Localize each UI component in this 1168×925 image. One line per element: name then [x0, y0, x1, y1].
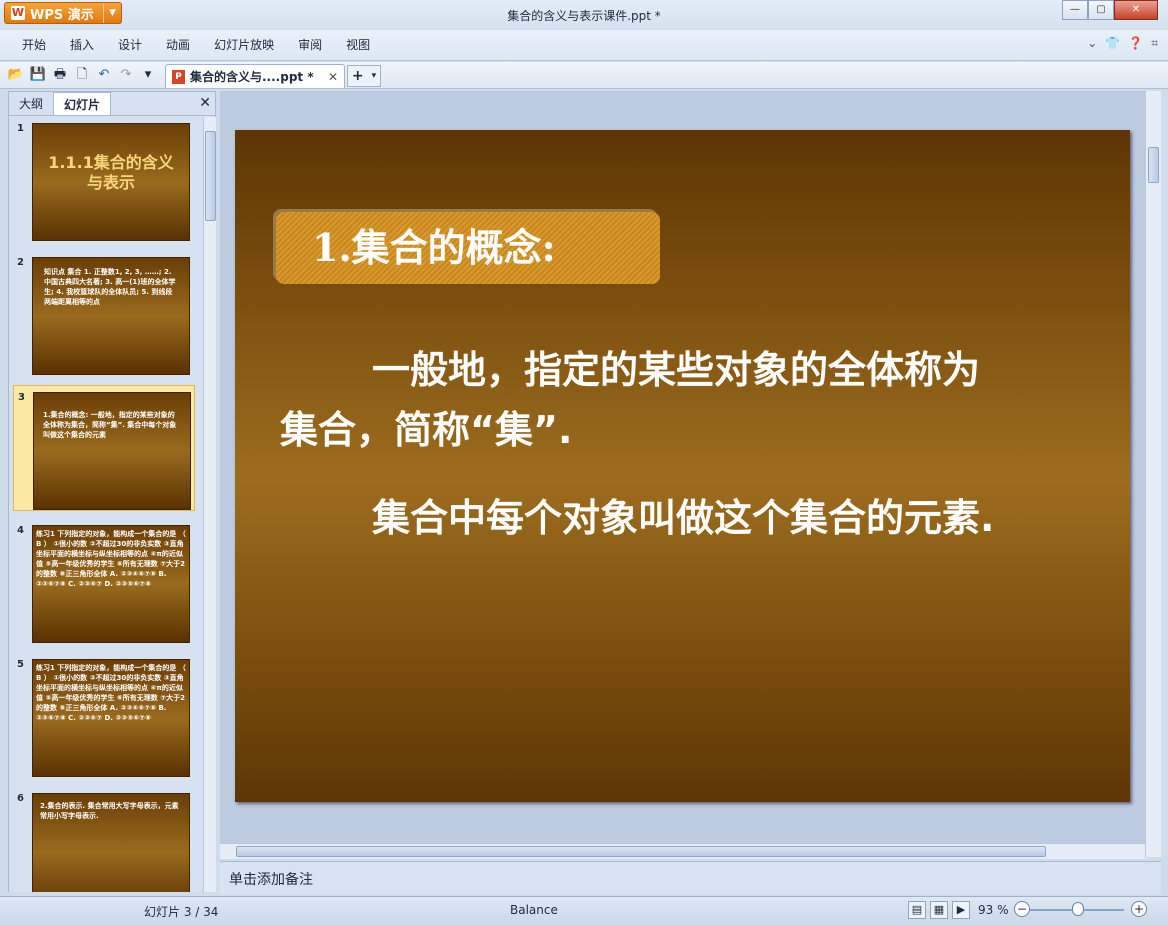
chevron-down-icon[interactable]: ▾ [372, 71, 377, 81]
thumbnail-preview: 1.集合的概念: 一般地，指定的某些对象的全体称为集合，简称“集”. 集合中每个… [33, 392, 191, 510]
thumbnail-number: 4 [17, 525, 24, 536]
thumbnail-number: 3 [18, 392, 25, 403]
menu-view[interactable]: 视图 [334, 33, 382, 57]
slide-title[interactable]: 1.集合的概念: [276, 212, 660, 284]
close-tab-icon[interactable]: ✕ [328, 70, 338, 84]
thumbnail-number: 6 [17, 793, 24, 804]
dock-icon[interactable]: ⌗ [1151, 36, 1158, 51]
panel-tabs: 大纲 幻灯片 [9, 92, 215, 116]
menu-review[interactable]: 审阅 [286, 33, 334, 57]
thumbnail-text: 练习1 下列指定的对象，能构成一个集合的是 （ B ） ①很小的数 ②不超过30… [36, 530, 186, 588]
undo-icon[interactable]: ↶ [94, 65, 114, 85]
slides-panel: 大纲 幻灯片 ✕ 1 1.1.1集合的含义与表示 2 知识点 集合 1. 正整数… [8, 91, 216, 892]
vertical-scrollbar[interactable] [1145, 91, 1161, 857]
thumbnail-number: 5 [17, 659, 24, 670]
close-icon[interactable]: ✕ [199, 95, 211, 111]
zoom-level: 93 % [978, 903, 1009, 917]
slideshow-icon[interactable]: ▶ [952, 901, 970, 919]
thumbnail-item[interactable]: 2 知识点 集合 1. 正整数1, 2, 3, ……; 2. 中国古典四大名著;… [13, 251, 195, 377]
window-title: 集合的含义与表示课件.ppt * [507, 9, 661, 23]
thumbnail-item[interactable]: 4 练习1 下列指定的对象，能构成一个集合的是 （ B ） ①很小的数 ②不超过… [13, 519, 195, 645]
normal-view-icon[interactable]: ▤ [908, 901, 926, 919]
thumbnail-text: 1.1.1集合的含义与表示 [48, 153, 174, 192]
zoom-slider-handle[interactable] [1072, 902, 1084, 916]
menu-bar: 开始 插入 设计 动画 幻灯片放映 审阅 视图 ⌄ 👕 ❓ ⌗ [0, 30, 1168, 61]
ppt-file-icon: P [172, 69, 185, 84]
chevron-down-icon[interactable]: ⌄ [1087, 36, 1097, 51]
thumbnail-preview: 2.集合的表示. 集合常用大写字母表示，元素常用小写字母表示. [32, 793, 190, 892]
print-preview-icon[interactable]: 🗋 [72, 65, 92, 85]
menu-start[interactable]: 开始 [10, 33, 58, 57]
horizontal-scrollbar[interactable] [220, 843, 1145, 859]
plus-icon[interactable]: + [352, 68, 364, 84]
zoom-in-icon[interactable]: + [1131, 901, 1147, 917]
panel-scrollbar[interactable] [203, 117, 216, 892]
customize-dropdown-icon[interactable]: ▾ [138, 65, 158, 85]
theme-name: Balance [510, 903, 558, 917]
save-icon[interactable]: 💾 [28, 65, 48, 85]
slide-paragraph-text: 一般地，指定的某些对象的全体称为集合，简称“集”. [280, 348, 981, 452]
skin-icon[interactable]: 👕 [1105, 36, 1120, 51]
new-tab-button[interactable]: + ▾ [347, 65, 381, 87]
scroll-thumb[interactable] [236, 846, 1046, 857]
thumbnail-text: 知识点 集合 1. 正整数1, 2, 3, ……; 2. 中国古典四大名著; 3… [44, 268, 176, 306]
thumbnail-list: 1 1.1.1集合的含义与表示 2 知识点 集合 1. 正整数1, 2, 3, … [9, 117, 202, 892]
title-bar: W WPS 演示 ▼ 集合的含义与表示课件.ppt * — ▢ ✕ [0, 0, 1168, 30]
scroll-thumb[interactable] [1148, 147, 1159, 183]
close-button[interactable]: ✕ [1114, 0, 1158, 20]
slide-paragraph[interactable]: 集合中每个对象叫做这个集合的元素. [280, 488, 1010, 548]
thumbnail-text: 练习1 下列指定的对象，能构成一个集合的是 （ B ） ①很小的数 ②不超过30… [36, 664, 186, 722]
window-controls: — ▢ ✕ [1062, 0, 1158, 20]
thumbnail-number: 1 [17, 123, 24, 134]
menu-design[interactable]: 设计 [106, 33, 154, 57]
menu-slideshow[interactable]: 幻灯片放映 [202, 33, 286, 57]
thumbnail-preview: 练习1 下列指定的对象，能构成一个集合的是 （ B ） ①很小的数 ②不超过30… [32, 659, 190, 777]
thumbnail-preview: 练习1 下列指定的对象，能构成一个集合的是 （ B ） ①很小的数 ②不超过30… [32, 525, 190, 643]
document-tab[interactable]: P 集合的含义与....ppt * ✕ [165, 64, 345, 88]
thumbnail-preview: 1.1.1集合的含义与表示 [32, 123, 190, 241]
thumbnail-item[interactable]: 1 1.1.1集合的含义与表示 [13, 117, 195, 243]
tab-outline[interactable]: 大纲 [9, 92, 53, 115]
slide-paragraph-text: 集合中每个对象叫做这个集合的元素. [372, 496, 995, 540]
slide-paragraph[interactable]: 一般地，指定的某些对象的全体称为集合，简称“集”. [280, 340, 1010, 460]
thumbnail-preview: 知识点 集合 1. 正整数1, 2, 3, ……; 2. 中国古典四大名著; 3… [32, 257, 190, 375]
minimize-button[interactable]: — [1062, 0, 1088, 20]
tab-slides[interactable]: 幻灯片 [53, 92, 112, 115]
thumbnail-item[interactable]: 6 2.集合的表示. 集合常用大写字母表示，元素常用小写字母表示. [13, 787, 195, 892]
zoom-out-icon[interactable]: − [1014, 901, 1030, 917]
print-icon[interactable]: 🖶 [50, 65, 70, 85]
notes-area[interactable]: 单击添加备注 [220, 861, 1161, 894]
menu-animation[interactable]: 动画 [154, 33, 202, 57]
thumbnail-item-selected[interactable]: 3 1.集合的概念: 一般地，指定的某些对象的全体称为集合，简称“集”. 集合中… [13, 385, 195, 511]
redo-icon[interactable]: ↷ [116, 65, 136, 85]
document-tab-label: 集合的含义与....ppt * [190, 70, 314, 84]
thumbnail-number: 2 [17, 257, 24, 268]
help-icon[interactable]: ❓ [1128, 36, 1143, 51]
slide-sorter-icon[interactable]: ▦ [930, 901, 948, 919]
slide-counter: 幻灯片 3 / 34 [144, 905, 219, 919]
menu-right-icons: ⌄ 👕 ❓ ⌗ [1087, 36, 1158, 51]
thumbnail-text: 1.集合的概念: 一般地，指定的某些对象的全体称为集合，简称“集”. 集合中每个… [43, 411, 177, 439]
status-bar: 幻灯片 3 / 34 Balance ▤ ▦ ▶ 93 % − + [0, 896, 1168, 925]
maximize-button[interactable]: ▢ [1088, 0, 1114, 20]
menu-insert[interactable]: 插入 [58, 33, 106, 57]
open-folder-icon[interactable]: 📂 [6, 65, 26, 85]
scroll-thumb[interactable] [205, 131, 216, 221]
thumbnail-item[interactable]: 5 练习1 下列指定的对象，能构成一个集合的是 （ B ） ①很小的数 ②不超过… [13, 653, 195, 779]
thumbnail-text: 2.集合的表示. 集合常用大写字母表示，元素常用小写字母表示. [40, 802, 179, 820]
